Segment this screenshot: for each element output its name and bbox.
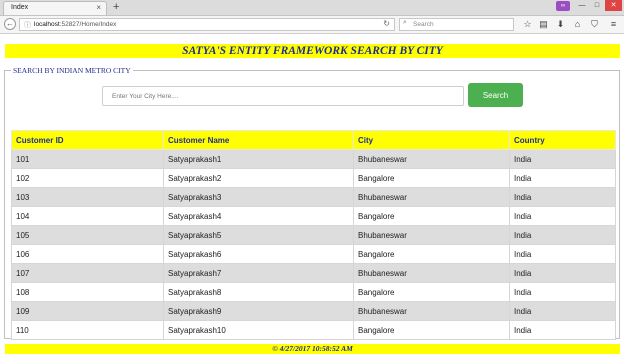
customer-name-cell: Satyaprakash1 (163, 149, 354, 169)
table-row: 108 Satyaprakash8 Bangalore India (11, 282, 616, 302)
table-row: 105 Satyaprakash5 Bhubaneswar India (11, 225, 616, 245)
table-row: 104 Satyaprakash4 Bangalore India (11, 206, 616, 226)
pocket-icon[interactable]: ⛉ (589, 19, 600, 30)
city-cell: Bangalore (353, 206, 510, 226)
city-search-input[interactable] (102, 86, 464, 106)
maximize-icon[interactable]: □ (590, 0, 604, 11)
customer-id-cell: 107 (11, 263, 164, 283)
city-cell: Bhubaneswar (353, 225, 510, 245)
info-icon[interactable]: ⓘ (24, 20, 31, 30)
browser-search-box[interactable]: ⌕ Search (399, 18, 514, 31)
city-cell: Bhubaneswar (353, 263, 510, 283)
table-row: 106 Satyaprakash6 Bangalore India (11, 244, 616, 264)
country-cell: India (509, 225, 616, 245)
customer-id-cell: 109 (11, 301, 164, 321)
page-header-bar: SATYA'S ENTITY FRAMEWORK SEARCH BY CITY (5, 44, 620, 58)
country-cell: India (509, 282, 616, 302)
table-row: 107 Satyaprakash7 Bhubaneswar India (11, 263, 616, 283)
customer-name-cell: Satyaprakash8 (163, 282, 354, 302)
browser-tab-strip: Index × + ∞ — □ ✕ (0, 0, 624, 16)
column-header-customer-name: Customer Name (163, 130, 354, 150)
customer-id-cell: 102 (11, 168, 164, 188)
country-cell: India (509, 168, 616, 188)
footer-timestamp: © 4/27/2017 10:58:52 AM (272, 344, 353, 353)
customer-id-cell: 108 (11, 282, 164, 302)
menu-icon[interactable]: ≡ (608, 19, 619, 29)
country-cell: India (509, 263, 616, 283)
customer-id-cell: 105 (11, 225, 164, 245)
url-text[interactable]: localhost:52827/Home/Index (34, 21, 116, 28)
tab-title: Index (11, 4, 29, 11)
city-cell: Bhubaneswar (353, 149, 510, 169)
country-cell: India (509, 187, 616, 207)
new-tab-icon[interactable]: + (113, 1, 119, 13)
customer-id-cell: 110 (11, 320, 164, 340)
tab-index[interactable]: Index × (3, 1, 107, 15)
country-cell: India (509, 320, 616, 340)
customer-name-cell: Satyaprakash9 (163, 301, 354, 321)
customer-name-cell: Satyaprakash6 (163, 244, 354, 264)
table-row: 109 Satyaprakash9 Bhubaneswar India (11, 301, 616, 321)
city-cell: Bhubaneswar (353, 187, 510, 207)
tab-close-icon[interactable]: × (96, 3, 101, 12)
customer-name-cell: Satyaprakash7 (163, 263, 354, 283)
customer-id-cell: 103 (11, 187, 164, 207)
browser-search-placeholder: Search (413, 21, 434, 28)
search-icon: ⌕ (403, 19, 407, 26)
column-header-customer-id: Customer ID (11, 130, 164, 150)
url-path: :52827/Home/Index (59, 21, 117, 28)
customer-name-cell: Satyaprakash5 (163, 225, 354, 245)
url-host: localhost (34, 21, 60, 28)
customer-table: Customer ID Customer Name City Country 1… (11, 130, 616, 340)
city-cell: Bangalore (353, 168, 510, 188)
back-arrow-icon[interactable]: ← (4, 18, 16, 30)
close-window-icon[interactable]: ✕ (605, 0, 622, 11)
minimize-icon[interactable]: — (575, 0, 589, 11)
country-cell: India (509, 206, 616, 226)
bookmark-star-icon[interactable]: ☆ (522, 19, 533, 30)
address-bar[interactable]: ⓘ localhost:52827/Home/Index ↻ (19, 18, 395, 31)
country-cell: India (509, 149, 616, 169)
customer-name-cell: Satyaprakash2 (163, 168, 354, 188)
table-row: 102 Satyaprakash2 Bangalore India (11, 168, 616, 188)
search-button[interactable]: Search (468, 83, 523, 107)
reload-icon[interactable]: ↻ (383, 19, 390, 28)
table-row: 103 Satyaprakash3 Bhubaneswar India (11, 187, 616, 207)
column-header-city: City (353, 130, 510, 150)
reading-list-icon[interactable]: ▤ (538, 19, 549, 30)
city-cell: Bhubaneswar (353, 301, 510, 321)
country-cell: India (509, 301, 616, 321)
customer-id-cell: 106 (11, 244, 164, 264)
table-header-row: Customer ID Customer Name City Country (11, 130, 616, 150)
table-row: 110 Satyaprakash10 Bangalore India (11, 320, 616, 340)
city-cell: Bangalore (353, 244, 510, 264)
city-cell: Bangalore (353, 320, 510, 340)
home-icon[interactable]: ⌂ (572, 19, 583, 29)
city-cell: Bangalore (353, 282, 510, 302)
column-header-country: Country (509, 130, 616, 150)
customer-id-cell: 104 (11, 206, 164, 226)
search-legend: SEARCH BY INDIAN METRO CITY (13, 66, 131, 75)
country-cell: India (509, 244, 616, 264)
customer-name-cell: Satyaprakash4 (163, 206, 354, 226)
table-row: 101 Satyaprakash1 Bhubaneswar India (11, 149, 616, 169)
customer-name-cell: Satyaprakash3 (163, 187, 354, 207)
download-icon[interactable]: ⬇ (555, 19, 566, 30)
customer-id-cell: 101 (11, 149, 164, 169)
extension-icon[interactable]: ∞ (556, 1, 570, 11)
page-footer-bar: © 4/27/2017 10:58:52 AM (5, 344, 620, 354)
customer-name-cell: Satyaprakash10 (163, 320, 354, 340)
page-title: SATYA'S ENTITY FRAMEWORK SEARCH BY CITY (182, 45, 443, 57)
